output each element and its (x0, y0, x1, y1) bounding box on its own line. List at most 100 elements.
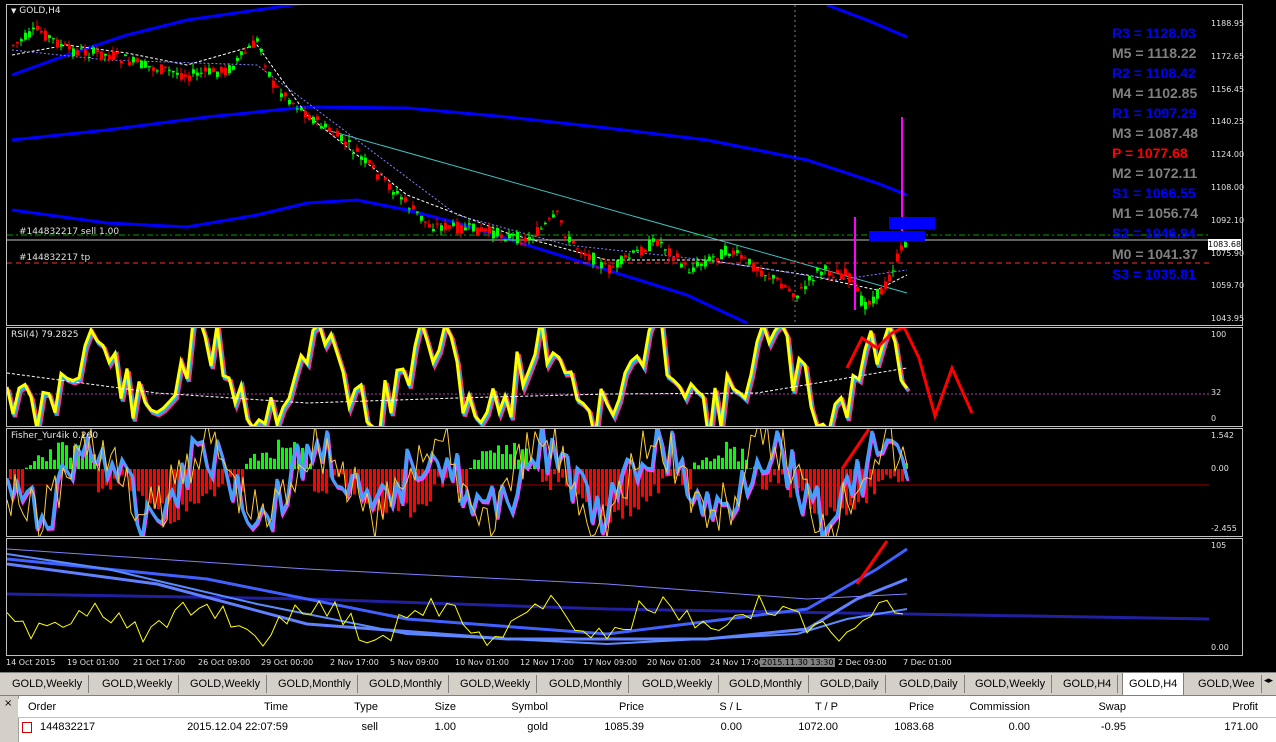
rsi-pane[interactable]: RSI(4) 79.2825 100 32 0 (6, 327, 1243, 427)
candle-body (272, 80, 275, 88)
candle-body (880, 288, 883, 295)
candle-body (296, 108, 299, 110)
column-header[interactable]: Time (264, 701, 288, 713)
fisher-bar-negative (605, 469, 608, 507)
candle-body (132, 57, 135, 63)
tab-chart[interactable]: GOLD,Weekly (6, 675, 90, 693)
tab-chart[interactable]: GOLD,Monthly (363, 675, 449, 693)
fisher-bar-negative (773, 469, 776, 475)
pivot-level: S1 = 1066.55 (1112, 185, 1196, 202)
column-header[interactable]: Price (909, 701, 934, 713)
candle-body (44, 30, 47, 41)
time-tick: 24 Nov 17:00 (710, 658, 764, 667)
fisher-bar-negative (649, 469, 652, 497)
tab-chart[interactable]: GOLD,Monthly (272, 675, 358, 693)
candle-body (140, 60, 143, 69)
bollinger-upper-band-right (826, 5, 908, 39)
table-cell: 1.00 (434, 721, 456, 733)
tab-chart[interactable]: GOLD,Weekly (184, 675, 268, 693)
tab-chart[interactable]: GOLD,Monthly (723, 675, 809, 693)
candle-body (504, 240, 507, 242)
candle-body (264, 65, 267, 67)
fisher-bar-negative (889, 469, 892, 479)
candle-body (712, 256, 715, 258)
column-header[interactable]: Price (619, 701, 644, 713)
tab-chart[interactable]: GOLD,H4 (1057, 675, 1119, 693)
candle-body (616, 260, 619, 268)
current-price-box: 1083.68 (1208, 239, 1242, 250)
terminal-side-strip[interactable]: × (0, 696, 19, 742)
fisher-pane[interactable]: Fisher_Yur4ik 0.260 1.542 0.00 -2.455 (6, 428, 1243, 537)
candle-body (764, 275, 767, 277)
candle-body (456, 221, 459, 234)
fisher-bar-positive (65, 445, 68, 469)
tab-chart[interactable]: GOLD,Weekly (454, 675, 538, 693)
candle-body (520, 242, 523, 245)
candle-body (40, 31, 43, 33)
pane-menu-arrow-icon[interactable]: ▼ (11, 7, 16, 15)
pivot-level: S2 = 1046.94 (1112, 225, 1196, 242)
candle-body (88, 56, 91, 58)
candle-body (808, 276, 811, 281)
candle-body (328, 127, 331, 132)
tab-scroll-arrows-icon[interactable]: ◂▸ (1264, 676, 1274, 691)
candle-body (20, 39, 23, 42)
candle-body (864, 301, 867, 310)
time-axis[interactable]: 14 Oct 2015 19 Oct 01:00 21 Oct 17:00 26 Oc… (0, 656, 1244, 670)
candle-body (872, 296, 875, 304)
tab-chart[interactable]: GOLD,Weekly (636, 675, 720, 693)
candle-body (816, 268, 819, 271)
column-header[interactable]: Symbol (511, 701, 548, 713)
column-header[interactable]: Profit (1232, 701, 1258, 713)
chart-window[interactable]: ▼ GOLD,H4 #144832217 sell 1.00 #14483221… (0, 0, 1276, 672)
candle-body (812, 280, 815, 282)
candle-body (64, 43, 67, 45)
time-tick: 26 Oct 09:00 (198, 658, 251, 667)
column-header[interactable]: Order (28, 701, 56, 713)
candle-body (836, 269, 839, 274)
tab-chart[interactable]: GOLD,Weekly (96, 675, 180, 693)
pivot-levels: R3 = 1128.03 M5 = 1118.22 R2 = 1108.42 M4 =… (1112, 23, 1198, 284)
close-icon[interactable]: × (4, 698, 12, 709)
tab-chart[interactable]: GOLD,Weekly (969, 675, 1053, 693)
tab-chart[interactable]: GOLD,Daily (893, 675, 965, 693)
pivot-level: M3 = 1087.48 (1112, 125, 1199, 142)
pivot-zone-box (869, 231, 925, 241)
column-header[interactable]: T / P (815, 701, 838, 713)
pivot-level: M0 = 1041.37 (1112, 245, 1199, 262)
candle-body (820, 271, 823, 276)
table-cell: 2015.12.04 22:07:59 (187, 721, 288, 733)
tab-chart[interactable]: GOLD,Daily (814, 675, 886, 693)
table-row[interactable]: 144832217 2015.12.04 22:07:59 sell 1.00 gold… (18, 719, 1276, 737)
oscillator-pane[interactable]: 105 0.00 (6, 538, 1243, 656)
candle-body (36, 26, 39, 30)
fisher-bar-negative (409, 469, 412, 518)
fisher-bar-negative (689, 469, 692, 490)
price-tick: 1124.00 (1211, 150, 1245, 160)
rsi-axis[interactable]: 100 32 0 (1209, 328, 1242, 426)
column-header[interactable]: Swap (1098, 701, 1126, 713)
column-header[interactable]: Commission (969, 701, 1030, 713)
rsi-tick: 32 (1211, 388, 1222, 397)
oscillator-axis[interactable]: 105 0.00 (1209, 539, 1242, 655)
column-header[interactable]: Type (354, 701, 378, 713)
tab-chart[interactable]: GOLD,Monthly (543, 675, 629, 693)
candle-body (252, 40, 255, 48)
price-pane[interactable]: ▼ GOLD,H4 #144832217 sell 1.00 #14483221… (6, 4, 1245, 326)
fisher-bar-positive (257, 460, 260, 469)
table-cell: -0.95 (1100, 721, 1126, 733)
candle-body (656, 239, 659, 246)
price-axis[interactable]: 1188.95 1172.65 1156.45 1140.25 1124.00 1108.… (1209, 5, 1245, 325)
candle-body (684, 262, 687, 265)
fisher-bar-negative (161, 469, 164, 503)
tab-chart[interactable]: GOLD,H4 (1122, 673, 1185, 696)
tab-chart[interactable]: GOLD,Wee (1192, 675, 1262, 693)
column-header[interactable]: S / L (719, 701, 742, 713)
column-header[interactable]: Size (435, 701, 456, 713)
terminal-header-row: Order Time Type Size Symbol Price S / L T / P Pr… (18, 699, 1276, 718)
fisher-axis[interactable]: 1.542 0.00 -2.455 (1209, 429, 1242, 536)
candle-body (256, 38, 259, 42)
candle-body (268, 71, 271, 77)
candle-body (332, 134, 335, 136)
price-chart-svg (7, 5, 1210, 325)
